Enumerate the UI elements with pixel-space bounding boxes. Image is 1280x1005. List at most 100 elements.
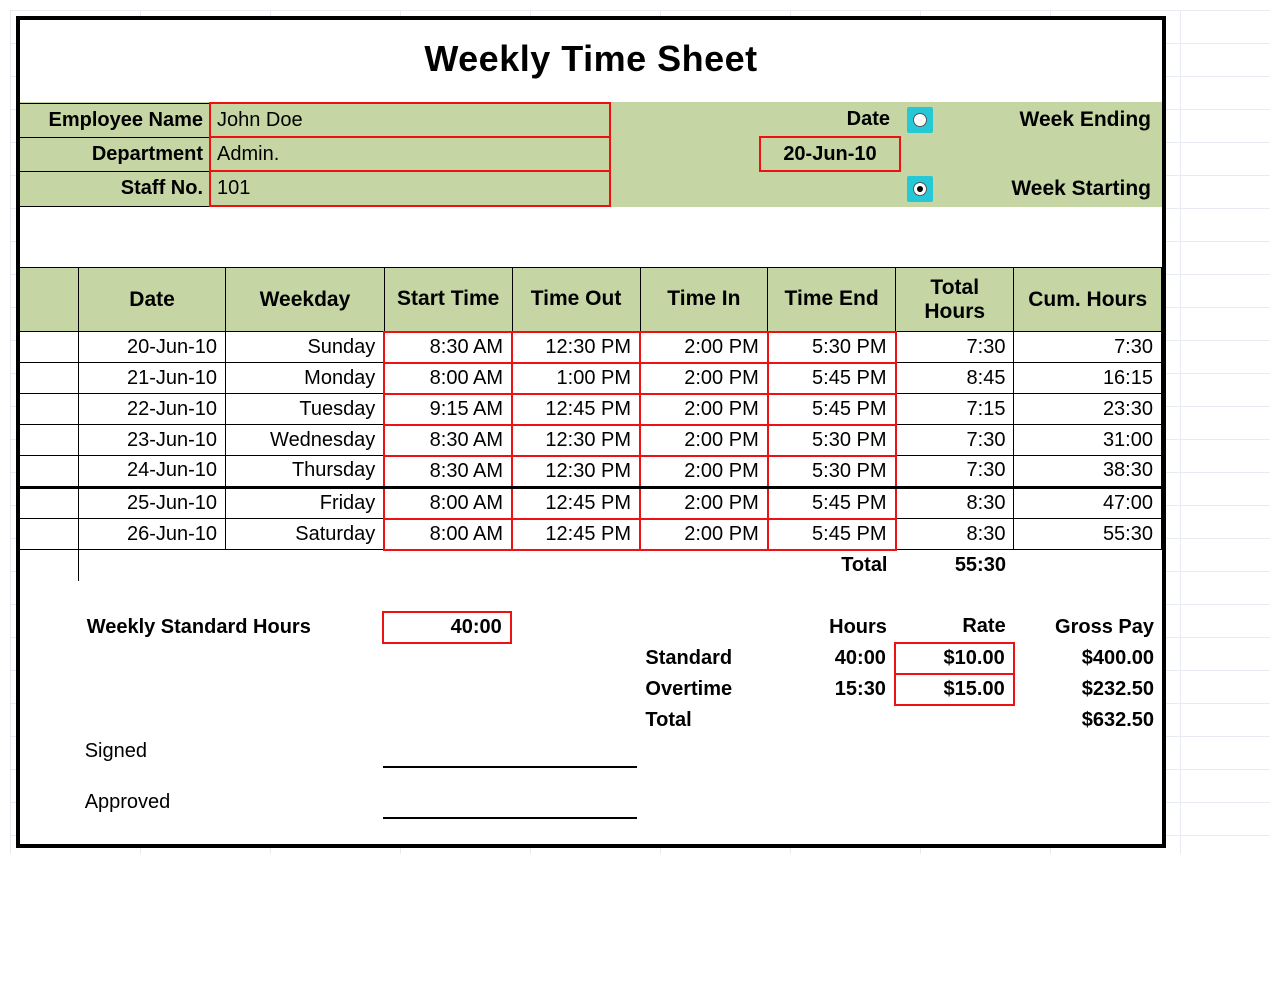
col-cum-hours: Cum. Hours <box>1014 268 1162 332</box>
department-label: Department <box>20 137 210 171</box>
summary-total-label: Total <box>637 705 766 736</box>
cell-weekday: Sunday <box>226 332 385 363</box>
cell-start[interactable]: 8:00 AM <box>384 363 512 394</box>
col-time-out: Time Out <box>512 268 640 332</box>
table-row: 26-Jun-10Saturday8:00 AM12:45 PM2:00 PM5… <box>20 519 1162 550</box>
cell-end[interactable]: 5:45 PM <box>768 519 896 550</box>
page-title: Weekly Time Sheet <box>20 20 1162 102</box>
cell-date: 25-Jun-10 <box>79 487 226 519</box>
table-row: 23-Jun-10Wednesday8:30 AM12:30 PM2:00 PM… <box>20 425 1162 456</box>
standard-hours: 40:00 <box>767 643 895 674</box>
col-total-hours: Total Hours <box>896 268 1014 332</box>
week-starting-label: Week Starting <box>940 171 1161 206</box>
standard-rate-input[interactable]: $10.00 <box>895 643 1014 674</box>
cell-in[interactable]: 2:00 PM <box>640 394 768 425</box>
cell-total: 7:30 <box>896 425 1014 456</box>
col-weekday: Weekday <box>226 268 385 332</box>
hours-header: Hours <box>767 612 895 643</box>
total-row: Total 55:30 <box>20 550 1162 581</box>
cell-start[interactable]: 8:30 AM <box>384 332 512 363</box>
date-input[interactable]: 20-Jun-10 <box>760 137 900 171</box>
cell-total: 8:30 <box>896 519 1014 550</box>
cell-in[interactable]: 2:00 PM <box>640 519 768 550</box>
summary-table: Weekly Standard Hours 40:00 Hours Rate G… <box>20 611 1162 844</box>
week-ending-label: Week Ending <box>940 103 1161 137</box>
cell-weekday: Thursday <box>226 456 385 488</box>
cell-start[interactable]: 9:15 AM <box>384 394 512 425</box>
cell-weekday: Monday <box>226 363 385 394</box>
cell-out[interactable]: 12:45 PM <box>512 519 640 550</box>
total-label: Total <box>768 550 896 581</box>
table-row: 21-Jun-10Monday8:00 AM1:00 PM2:00 PM5:45… <box>20 363 1162 394</box>
cell-total: 7:30 <box>896 332 1014 363</box>
spreadsheet-grid: Weekly Time Sheet Employee Name John Doe… <box>10 10 1270 854</box>
cell-total: 8:45 <box>896 363 1014 394</box>
cell-start[interactable]: 8:00 AM <box>384 519 512 550</box>
cell-start[interactable]: 8:00 AM <box>384 487 512 519</box>
staff-no-label: Staff No. <box>20 171 210 206</box>
cell-end[interactable]: 5:45 PM <box>768 394 896 425</box>
approved-line[interactable] <box>383 787 638 818</box>
standard-label: Standard <box>637 643 766 674</box>
cell-end[interactable]: 5:30 PM <box>768 425 896 456</box>
employee-name-input[interactable]: John Doe <box>210 103 610 137</box>
cell-out[interactable]: 12:30 PM <box>512 332 640 363</box>
cell-start[interactable]: 8:30 AM <box>384 456 512 488</box>
employee-name-label: Employee Name <box>20 103 210 137</box>
standard-gross: $400.00 <box>1014 643 1162 674</box>
cell-cum: 7:30 <box>1014 332 1162 363</box>
cell-date: 23-Jun-10 <box>79 425 226 456</box>
cell-cum: 23:30 <box>1014 394 1162 425</box>
table-row: 22-Jun-10Tuesday9:15 AM12:45 PM2:00 PM5:… <box>20 394 1162 425</box>
cell-out[interactable]: 12:30 PM <box>512 425 640 456</box>
col-time-in: Time In <box>640 268 768 332</box>
week-ending-radio[interactable] <box>900 103 940 137</box>
cell-out[interactable]: 1:00 PM <box>512 363 640 394</box>
table-row: 25-Jun-10Friday8:00 AM12:45 PM2:00 PM5:4… <box>20 487 1162 519</box>
cell-end[interactable]: 5:30 PM <box>768 332 896 363</box>
cell-out[interactable]: 12:30 PM <box>512 456 640 488</box>
cell-cum: 16:15 <box>1014 363 1162 394</box>
header-band: Employee Name John Doe Date Week Ending … <box>20 102 1162 207</box>
col-date: Date <box>79 268 226 332</box>
cell-total: 7:15 <box>896 394 1014 425</box>
cell-out[interactable]: 12:45 PM <box>512 394 640 425</box>
week-starting-radio[interactable] <box>900 171 940 206</box>
table-header-row: Date Weekday Start Time Time Out Time In… <box>20 268 1162 332</box>
staff-no-input[interactable]: 101 <box>210 171 610 206</box>
cell-date: 24-Jun-10 <box>79 456 226 488</box>
weekly-std-input[interactable]: 40:00 <box>383 612 511 643</box>
cell-date: 21-Jun-10 <box>79 363 226 394</box>
cell-date: 20-Jun-10 <box>79 332 226 363</box>
gross-header: Gross Pay <box>1014 612 1162 643</box>
cell-in[interactable]: 2:00 PM <box>640 425 768 456</box>
overtime-gross: $232.50 <box>1014 674 1162 705</box>
cell-date: 22-Jun-10 <box>79 394 226 425</box>
overtime-hours: 15:30 <box>767 674 895 705</box>
cell-in[interactable]: 2:00 PM <box>640 487 768 519</box>
cell-cum: 55:30 <box>1014 519 1162 550</box>
cell-end[interactable]: 5:45 PM <box>768 487 896 519</box>
cell-end[interactable]: 5:45 PM <box>768 363 896 394</box>
time-table: Date Weekday Start Time Time Out Time In… <box>20 267 1162 581</box>
approved-label: Approved <box>79 787 383 818</box>
cell-start[interactable]: 8:30 AM <box>384 425 512 456</box>
cell-cum: 31:00 <box>1014 425 1162 456</box>
signed-label: Signed <box>79 736 383 767</box>
timesheet: Weekly Time Sheet Employee Name John Doe… <box>16 16 1166 848</box>
cell-total: 7:30 <box>896 456 1014 488</box>
overtime-rate-input[interactable]: $15.00 <box>895 674 1014 705</box>
signed-line[interactable] <box>383 736 638 767</box>
cell-out[interactable]: 12:45 PM <box>512 487 640 519</box>
cell-cum: 47:00 <box>1014 487 1162 519</box>
cell-in[interactable]: 2:00 PM <box>640 332 768 363</box>
cell-in[interactable]: 2:00 PM <box>640 363 768 394</box>
table-row: 20-Jun-10Sunday8:30 AM12:30 PM2:00 PM5:3… <box>20 332 1162 363</box>
department-input[interactable]: Admin. <box>210 137 610 171</box>
total-hours-value: 55:30 <box>896 550 1014 581</box>
cell-date: 26-Jun-10 <box>79 519 226 550</box>
cell-in[interactable]: 2:00 PM <box>640 456 768 488</box>
summary-total-gross: $632.50 <box>1014 705 1162 736</box>
cell-end[interactable]: 5:30 PM <box>768 456 896 488</box>
col-time-end: Time End <box>768 268 896 332</box>
